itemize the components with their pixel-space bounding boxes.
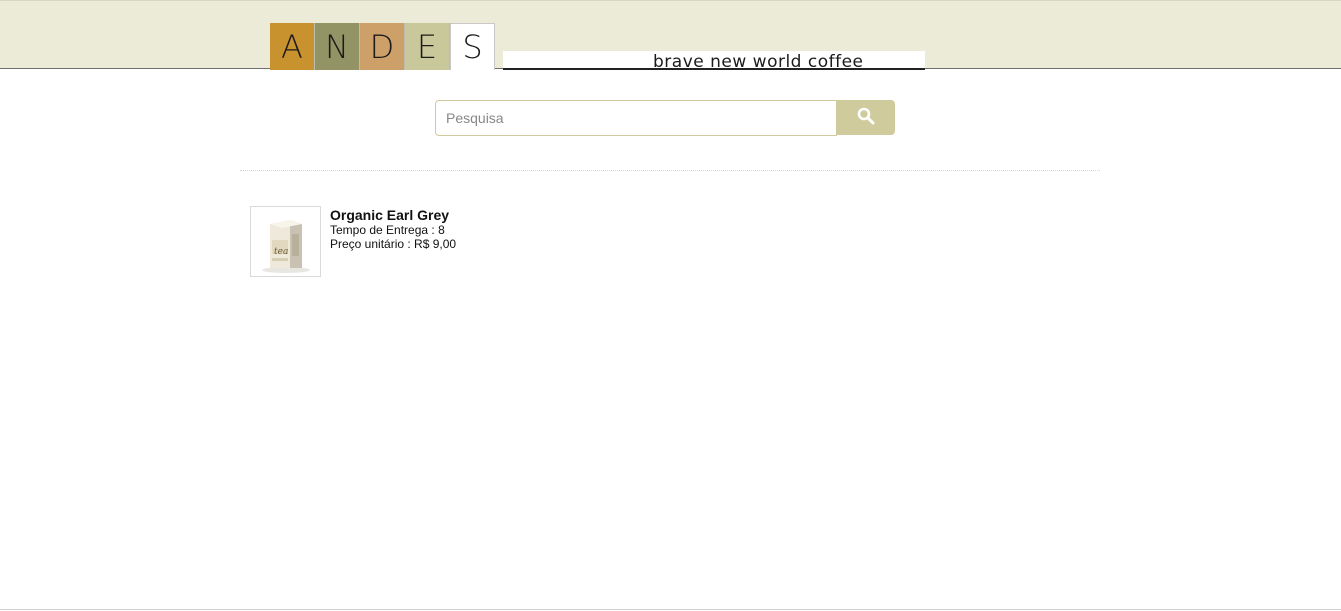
tagline-bar: brave new world coffee — [503, 51, 925, 72]
divider — [240, 170, 1100, 171]
unit-price: Preço unitário : R$ 9,00 — [330, 237, 457, 251]
logo-letter-d: D — [360, 23, 405, 70]
search-bar — [435, 100, 895, 136]
product-thumbnail[interactable]: tea — [250, 206, 321, 277]
logo-letter-a: A — [270, 23, 315, 70]
logo-letter-n: N — [315, 23, 360, 70]
tea-box-image: tea — [261, 219, 310, 273]
tagline: brave new world coffee — [653, 52, 864, 72]
product-info: Organic Earl Grey Tempo de Entrega : 8 P… — [330, 206, 456, 277]
site-header: A N D E S brave new world coffee — [0, 0, 1341, 72]
svg-text:tea: tea — [274, 247, 288, 257]
product-name[interactable]: Organic Earl Grey — [330, 207, 456, 223]
search-button[interactable] — [837, 100, 895, 135]
search-input[interactable] — [435, 100, 837, 136]
search-icon — [857, 107, 875, 128]
andes-logo[interactable]: A N D E S — [270, 23, 495, 70]
delivery-time: Tempo de Entrega : 8 — [330, 223, 445, 237]
logo-letter-s: S — [450, 23, 495, 70]
list-item: tea Organic Earl Grey Tempo de Entrega :… — [250, 206, 456, 277]
footer-divider — [0, 609, 1341, 610]
logo-letter-e: E — [405, 23, 450, 70]
